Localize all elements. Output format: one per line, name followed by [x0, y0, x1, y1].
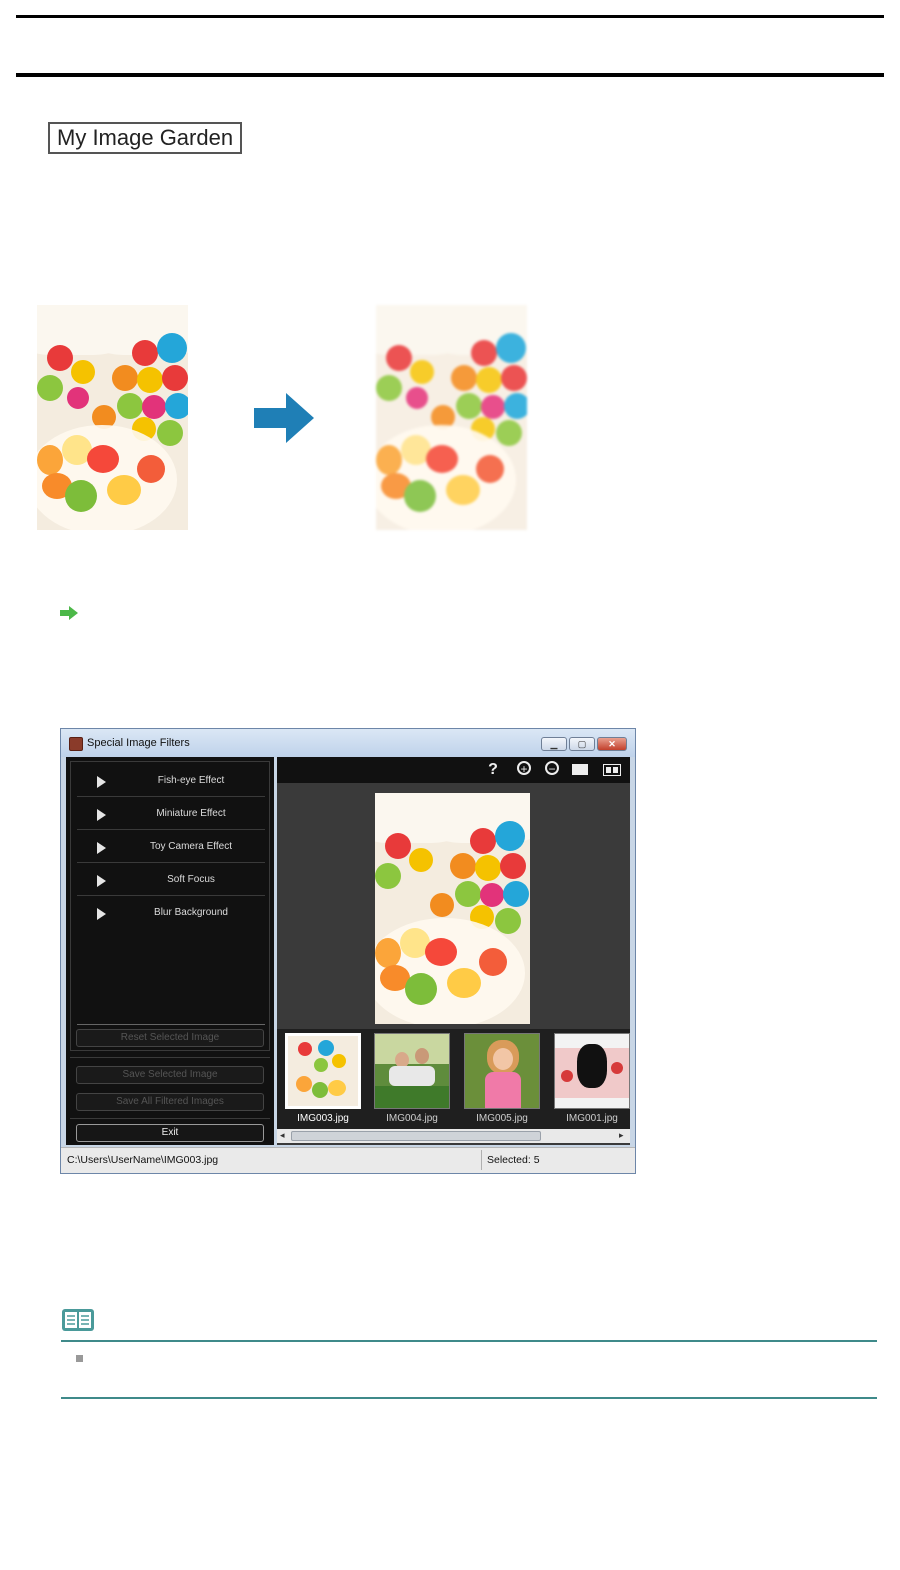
window-title: Special Image Filters [87, 737, 190, 749]
minimize-button[interactable]: ▁ [541, 737, 567, 751]
status-selected-count: Selected: 5 [487, 1154, 540, 1166]
effect-label: Blur Background [154, 907, 228, 918]
thumbnail-name: IMG001.jpg [566, 1113, 618, 1124]
play-icon [97, 776, 106, 788]
effect-blur-background[interactable]: Blur Background [77, 898, 265, 929]
effect-label: Fish-eye Effect [157, 775, 225, 786]
thumbnail-img001[interactable] [554, 1033, 630, 1109]
effect-fish-eye[interactable]: Fish-eye Effect [77, 766, 265, 797]
effect-label: Miniature Effect [156, 808, 226, 819]
maximize-button[interactable]: ▢ [569, 737, 595, 751]
arrow-right-icon [254, 393, 314, 443]
thumbnail-img003[interactable] [285, 1033, 361, 1109]
bullet-icon [76, 1355, 83, 1362]
special-image-filters-window: Special Image Filters ▁ ▢ ✕ Fish-eye Eff… [60, 728, 636, 1174]
product-badge-label: My Image Garden [57, 125, 234, 150]
app-icon [69, 737, 83, 751]
header-rule [16, 73, 884, 77]
panel-divider [70, 1118, 270, 1119]
preview-area: ? + − IMG003.jpg IMG004.jpg IMG005.jpg I… [277, 757, 630, 1145]
list-divider [77, 1024, 265, 1025]
scroll-right-icon[interactable]: ▸ [619, 1130, 624, 1141]
note-top-rule [61, 1340, 877, 1342]
status-bar: C:\Users\UserName\IMG003.jpg Selected: 5 [61, 1147, 635, 1173]
filter-panel: Fish-eye Effect Miniature Effect Toy Cam… [66, 757, 274, 1145]
zoom-out-icon[interactable]: − [545, 761, 559, 776]
help-icon[interactable]: ? [485, 761, 501, 779]
compare-icon[interactable] [603, 761, 621, 779]
close-button[interactable]: ✕ [597, 737, 627, 751]
preview-image [375, 793, 530, 1024]
status-file-path: C:\Users\UserName\IMG003.jpg [67, 1154, 219, 1166]
effect-toy-camera[interactable]: Toy Camera Effect [77, 832, 265, 863]
thumbnail-name: IMG005.jpg [476, 1113, 528, 1124]
link-arrow-icon[interactable] [60, 606, 78, 620]
effect-label: Soft Focus [167, 874, 215, 885]
play-icon [97, 842, 106, 854]
preview-toolbar: ? + − [277, 757, 630, 783]
thumbnail-name: IMG004.jpg [386, 1113, 438, 1124]
thumbnail-scrollbar[interactable]: ◂ ▸ [277, 1129, 630, 1143]
exit-button[interactable]: Exit [76, 1124, 264, 1142]
before-image [37, 305, 188, 530]
thumbnail-name: IMG003.jpg [297, 1113, 349, 1124]
thumbnail-img005[interactable] [464, 1033, 540, 1109]
play-icon [97, 809, 106, 821]
thumbnail-img004[interactable] [374, 1033, 450, 1109]
thumbnail-strip: IMG003.jpg IMG004.jpg IMG005.jpg IMG001.… [277, 1029, 630, 1133]
effect-miniature[interactable]: Miniature Effect [77, 799, 265, 830]
save-all-filtered-images-button[interactable]: Save All Filtered Images [76, 1093, 264, 1111]
reset-selected-image-button[interactable]: Reset Selected Image [76, 1029, 264, 1047]
zoom-in-icon[interactable]: + [517, 761, 531, 776]
top-rule [16, 15, 884, 18]
play-icon [97, 875, 106, 887]
play-icon [97, 908, 106, 920]
effect-soft-focus[interactable]: Soft Focus [77, 865, 265, 896]
effect-list: Fish-eye Effect Miniature Effect Toy Cam… [70, 761, 270, 1051]
product-badge: My Image Garden [48, 122, 243, 154]
scroll-left-icon[interactable]: ◂ [280, 1130, 285, 1141]
after-image [376, 305, 527, 530]
note-book-icon [62, 1309, 94, 1331]
status-divider [481, 1150, 482, 1170]
full-screen-icon[interactable] [572, 761, 590, 779]
save-selected-image-button[interactable]: Save Selected Image [76, 1066, 264, 1084]
effect-label: Toy Camera Effect [149, 841, 233, 852]
window-titlebar[interactable]: Special Image Filters ▁ ▢ ✕ [61, 729, 635, 757]
note-bottom-rule [61, 1397, 877, 1399]
panel-divider [70, 1057, 270, 1058]
scrollbar-thumb[interactable] [291, 1131, 541, 1141]
